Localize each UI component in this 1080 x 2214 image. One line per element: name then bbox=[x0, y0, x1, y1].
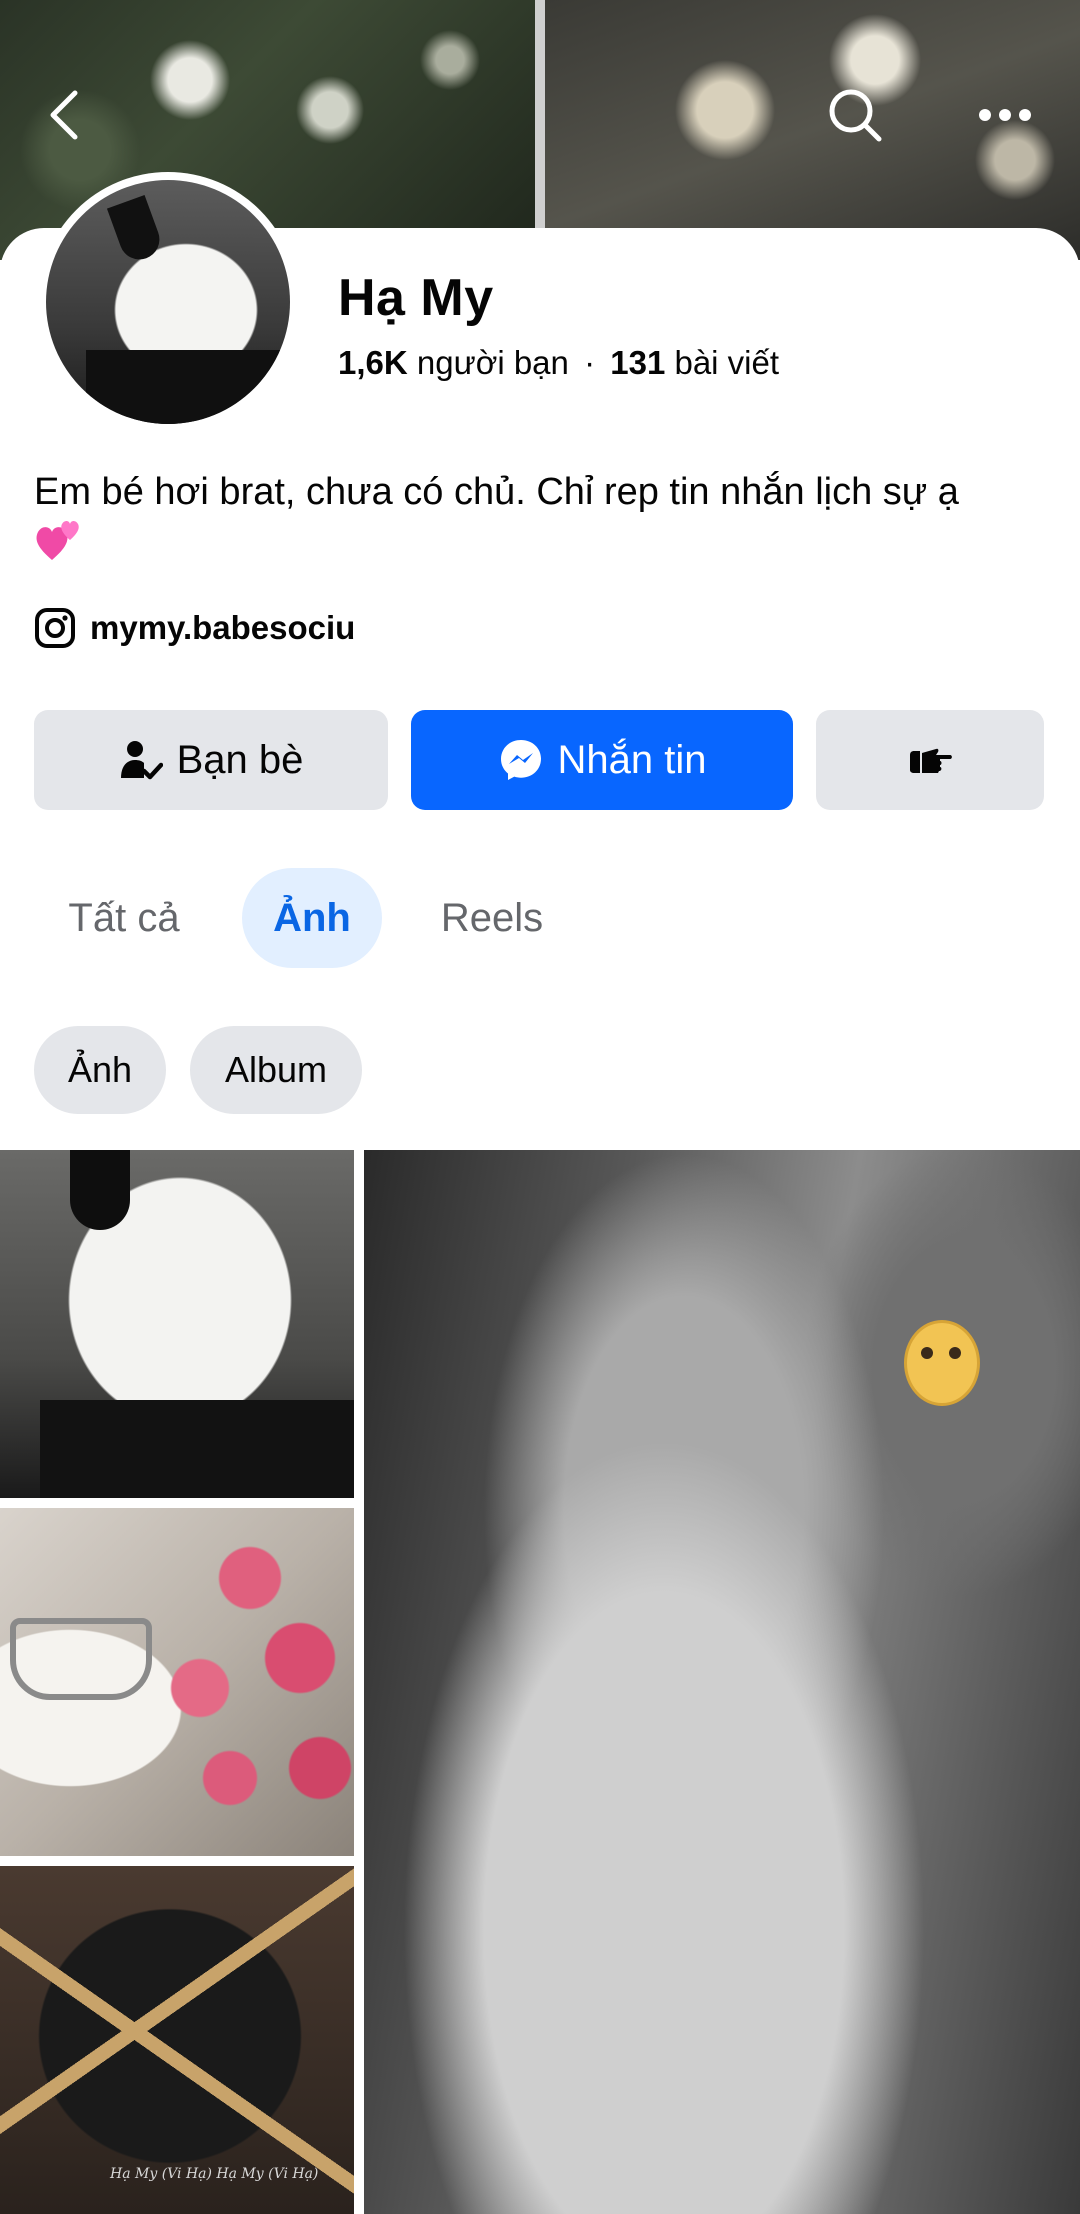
photo-thumbnail[interactable] bbox=[0, 1508, 354, 1856]
friends-button-label: Bạn bè bbox=[176, 737, 304, 782]
two-hearts-icon bbox=[34, 516, 84, 567]
back-button[interactable] bbox=[30, 80, 100, 150]
instagram-icon bbox=[35, 608, 75, 648]
tab-reels[interactable]: Reels bbox=[412, 868, 572, 968]
posts-label: bài viết bbox=[674, 344, 780, 381]
more-options-button[interactable] bbox=[970, 80, 1040, 150]
avatar[interactable] bbox=[46, 180, 290, 424]
profile-stats: 1,6K người bạn · 131 bài viết bbox=[338, 344, 779, 382]
photo-thumbnail[interactable]: Hạ My (Vi Hạ) Hạ My (Vi Hạ) bbox=[0, 1866, 354, 2214]
posts-count: 131 bbox=[610, 344, 666, 381]
profile-name: Hạ My bbox=[338, 269, 494, 327]
message-button-label: Nhắn tin bbox=[557, 737, 707, 782]
friends-label[interactable]: người bạn bbox=[417, 344, 569, 381]
photo-detail bbox=[10, 1618, 152, 1700]
friends-count[interactable]: 1,6K bbox=[338, 344, 408, 381]
chip-album[interactable]: Album bbox=[190, 1026, 362, 1114]
poke-button[interactable] bbox=[816, 710, 1044, 810]
photo-grid: Hạ My (Vi Hạ) Hạ My (Vi Hạ) bbox=[0, 1150, 1080, 2214]
friends-button[interactable]: Bạn bè bbox=[34, 710, 388, 810]
photo-detail bbox=[70, 1150, 130, 1230]
cover-divider bbox=[535, 0, 545, 260]
back-icon bbox=[50, 90, 78, 140]
avatar-detail bbox=[106, 194, 166, 266]
avatar-detail bbox=[86, 350, 286, 424]
photo-detail bbox=[40, 1400, 354, 1498]
friends-check-icon bbox=[120, 741, 163, 780]
photo-watermark: Hạ My (Vi Hạ) Hạ My (Vi Hạ) bbox=[110, 2166, 319, 2182]
sticker-icon bbox=[904, 1320, 980, 1406]
instagram-link[interactable]: mymy.babesociu bbox=[34, 604, 355, 652]
stats-separator: · bbox=[584, 344, 596, 381]
profile-bio: Em bé hơi brat, chưa có chủ. Chỉ rep tin… bbox=[34, 471, 959, 513]
tab-all[interactable]: Tất cả bbox=[34, 868, 214, 968]
message-button[interactable]: Nhắn tin bbox=[411, 710, 793, 810]
photo-thumbnail-large[interactable] bbox=[364, 1150, 1080, 2214]
tab-photos[interactable]: Ảnh bbox=[242, 868, 382, 968]
photo-thumbnail[interactable] bbox=[0, 1150, 354, 1498]
instagram-handle[interactable]: mymy.babesociu bbox=[90, 609, 355, 647]
chip-photos[interactable]: Ảnh bbox=[34, 1026, 166, 1114]
messenger-icon bbox=[500, 740, 541, 780]
search-icon bbox=[829, 89, 882, 142]
two-hearts-icon bbox=[36, 521, 79, 560]
more-icon bbox=[979, 109, 1031, 121]
poke-hand-icon bbox=[910, 748, 952, 773]
search-button[interactable] bbox=[820, 80, 890, 150]
